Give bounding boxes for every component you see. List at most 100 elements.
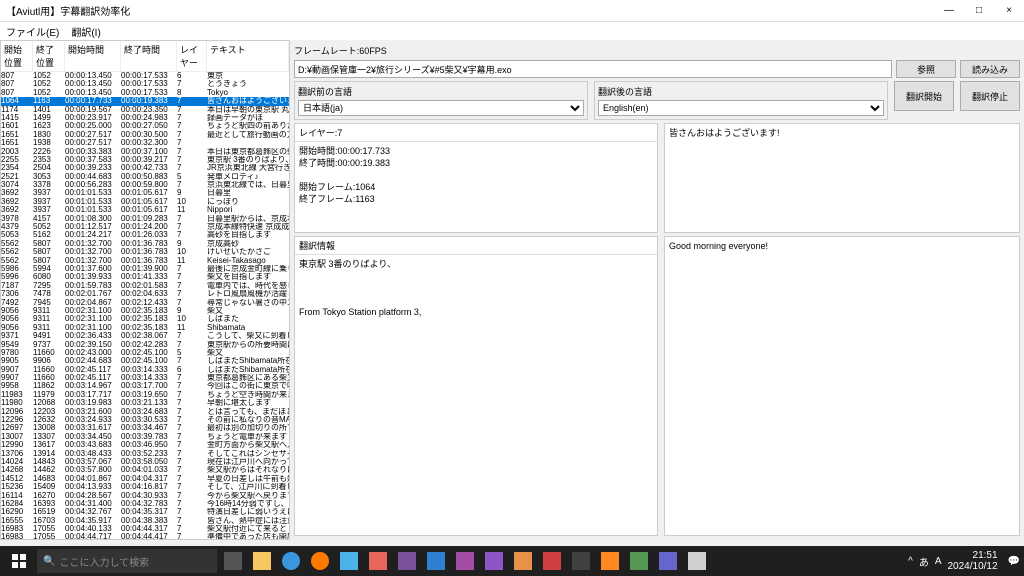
table-row[interactable]: 2003222600:00:33.38300:00:37.1007本日は東京都葛…	[1, 148, 289, 156]
table-row[interactable]: 807105200:00:13.45000:00:17.5336東京	[1, 72, 289, 80]
table-row[interactable]: 169831705500:04:40.13300:04:44.3177柴又駅付近…	[1, 525, 289, 533]
table-row[interactable]: 807105200:00:13.45000:00:17.5337とうきょう	[1, 80, 289, 88]
tray-chevron-icon[interactable]: ^	[908, 556, 913, 567]
edge-icon[interactable]	[278, 546, 304, 576]
table-row[interactable]: 9371949100:02:36.43300:02:38.0677こうして、柴又…	[1, 332, 289, 340]
table-row[interactable]: 152361540900:04:13.93300:04:16.8177そして、江…	[1, 483, 289, 491]
table-row[interactable]: 137061391400:03:48.43300:03:52.2337そしてこれ…	[1, 450, 289, 458]
layer-info-title: レイヤー:7	[295, 124, 657, 142]
table-row[interactable]: 119801206800:03:19.98300:03:21.1337早朝に堪太…	[1, 399, 289, 407]
table-row[interactable]: 129901361700:03:43.68300:03:46.9507金町方面か…	[1, 441, 289, 449]
table-row[interactable]: 1651193800:00:27.51700:00:32.3007	[1, 139, 289, 147]
taskbar[interactable]: 🔍 ここに入力して検索 ^ あ A 21:51 2024/10/12 💬	[0, 546, 1024, 576]
tray-ime-icon[interactable]: あ	[919, 554, 929, 569]
table-row[interactable]: 5562580700:01:32.70000:01:36.7839京成高砂	[1, 240, 289, 248]
table-row[interactable]: 9905990600:02:44.68300:02:45.1007しばまたShi…	[1, 357, 289, 365]
table-row[interactable]: 165551670300:04:35.91700:04:38.3837皆さん、熱…	[1, 517, 289, 525]
table-row[interactable]: 169831705500:04:44.71700:04:44.4177準備中であ…	[1, 533, 289, 539]
search-icon: 🔍	[43, 556, 55, 567]
table-row[interactable]: 5053516200:01:24.21700:01:26.0337高砂を目指しま…	[1, 231, 289, 239]
table-row[interactable]: 3978415700:01:08.30000:01:09.2837日暮里駅からは…	[1, 215, 289, 223]
taskbar-search[interactable]: 🔍 ここに入力して検索	[37, 549, 217, 573]
store-icon[interactable]	[336, 546, 362, 576]
table-row[interactable]: 9056931100:02:31.10000:02:35.18311Shibam…	[1, 324, 289, 332]
app-icon-5[interactable]	[481, 546, 507, 576]
search-placeholder: ここに入力して検索	[59, 554, 149, 569]
file-path-input[interactable]	[294, 60, 892, 78]
table-row[interactable]: 2521305300:00:44.68300:00:50.8835発車メロディ♪	[1, 173, 289, 181]
table-row[interactable]: 122961263200:03:24.93300:03:30.5337その前に私…	[1, 416, 289, 424]
app-icon-2[interactable]	[394, 546, 420, 576]
app-icon-3[interactable]	[423, 546, 449, 576]
table-row[interactable]: 97801166000:02:43.00000:02:45.1005柴又	[1, 349, 289, 357]
source-lang-select[interactable]: 日本語(ja)	[298, 100, 584, 116]
table-row[interactable]: 1601162300:00:25.00000:00:27.0507ちょうど駅四の…	[1, 122, 289, 130]
table-row[interactable]: 2354250400:00:39.23300:00:42.7337JR京浜東北線…	[1, 164, 289, 172]
table-row[interactable]: 3692393700:01:01.53300:01:05.61710にっぽり	[1, 198, 289, 206]
app-icon-11[interactable]	[655, 546, 681, 576]
app-icon-8[interactable]	[568, 546, 594, 576]
table-row[interactable]: 7306747800:02:01.76700:02:04.6337レトロ風扇風機…	[1, 290, 289, 298]
table-row[interactable]: 1064116300:00:17.73300:00:19.3837皆さんおはよう…	[1, 97, 289, 105]
table-row[interactable]: 5562580700:01:32.70000:01:36.78310けいせいたか…	[1, 248, 289, 256]
table-row[interactable]: 126971300800:03:31.61700:03:34.4677最初は別の…	[1, 424, 289, 432]
translate-start-button[interactable]: 翻訳開始	[894, 81, 954, 111]
task-view-icon[interactable]	[220, 546, 246, 576]
firefox-icon[interactable]	[307, 546, 333, 576]
browse-button[interactable]: 参照	[896, 60, 956, 78]
app-icon-12[interactable]	[684, 546, 710, 576]
app-icon-10[interactable]	[626, 546, 652, 576]
table-row[interactable]: 7187729500:01:59.78300:02:01.5837電車内では、時…	[1, 282, 289, 290]
table-row[interactable]: 5562580700:01:32.70000:01:36.78311Keisei…	[1, 257, 289, 265]
table-row[interactable]: 3074337800:00:56.28300:00:59.8007京浜東北線では…	[1, 181, 289, 189]
table-row[interactable]: 142681446200:03:57.80000:04:01.0337柴又駅から…	[1, 466, 289, 474]
clock-date: 2024/10/12	[947, 561, 997, 572]
table-row[interactable]: 3692393700:01:01.53300:01:05.6179日暮里	[1, 189, 289, 197]
app-icon-7[interactable]	[539, 546, 565, 576]
table-row[interactable]: 9056931100:02:31.10000:02:35.18310しばまた	[1, 315, 289, 323]
close-button[interactable]: ×	[994, 0, 1024, 22]
table-row[interactable]: 7492794500:02:04.86700:02:12.4337尋常じゃない暑…	[1, 299, 289, 307]
start-button[interactable]	[4, 546, 34, 576]
app-icon-1[interactable]	[365, 546, 391, 576]
col-layer: レイヤー	[177, 41, 207, 71]
target-lang-select[interactable]: English(en)	[598, 100, 884, 116]
table-row[interactable]: 120961220300:03:21.60000:03:24.6837とは言って…	[1, 408, 289, 416]
table-row[interactable]: 140241484300:03:57.06700:03:58.0507現在は江戸…	[1, 458, 289, 466]
table-row[interactable]: 119831197900:03:17.71700:03:19.6507ちょうど空…	[1, 391, 289, 399]
table-row[interactable]: 145121468300:04:01.86700:04:04.3177早夏の日差…	[1, 475, 289, 483]
table-row[interactable]: 1174140100:00:19.56700:00:23.3507本日は早朝の東…	[1, 106, 289, 114]
menu-translate[interactable]: 翻訳(I)	[71, 24, 100, 39]
table-row[interactable]: 5986599400:01:37.60000:01:39.9007最後に京成金町…	[1, 265, 289, 273]
table-row[interactable]: 130071330700:03:34.45000:03:39.7837ちょうど電…	[1, 433, 289, 441]
tray-input-icon[interactable]: A	[935, 556, 942, 567]
minimize-button[interactable]: —	[934, 0, 964, 22]
table-row[interactable]: 3692393700:01:01.53300:01:05.61711Nippor…	[1, 206, 289, 214]
table-row[interactable]: 162901651900:04:32.76700:04:35.3177特演日差し…	[1, 508, 289, 516]
subtitle-table[interactable]: 開始位置 終了位置 開始時間 終了時間 レイヤー テキスト 807105200:…	[0, 40, 290, 540]
maximize-button[interactable]: □	[964, 0, 994, 22]
app-icon-9[interactable]	[597, 546, 623, 576]
table-row[interactable]: 99071166000:02:45.11700:03:14.3337東京都葛飾区…	[1, 374, 289, 382]
table-row[interactable]: 4379505200:01:12.51700:01:24.2007京成本線特快速…	[1, 223, 289, 231]
table-row[interactable]: 162841639300:04:31.40000:04:32.7837今16時1…	[1, 500, 289, 508]
menu-file[interactable]: ファイル(E)	[6, 24, 59, 39]
table-row[interactable]: 807105200:00:13.45000:00:17.5338Tokyo	[1, 89, 289, 97]
app-icon-6[interactable]	[510, 546, 536, 576]
col-start-time: 開始時間	[65, 41, 121, 71]
table-row[interactable]: 5996608000:01:39.93300:01:41.3337柴又を目指しま…	[1, 273, 289, 281]
load-button[interactable]: 読み込み	[960, 60, 1020, 78]
explorer-icon[interactable]	[249, 546, 275, 576]
table-row[interactable]: 2255235300:00:37.58300:00:39.2177東京駅 3番の…	[1, 156, 289, 164]
table-row[interactable]: 1651183000:00:27.51700:00:30.5007最近として旅行…	[1, 131, 289, 139]
translate-stop-button[interactable]: 翻訳停止	[960, 81, 1020, 111]
table-row[interactable]: 99071166000:02:45.11700:03:14.3336しばまたSh…	[1, 366, 289, 374]
taskbar-clock[interactable]: 21:51 2024/10/12	[947, 550, 1001, 572]
app-icon-4[interactable]	[452, 546, 478, 576]
notification-icon[interactable]: 💬	[1008, 556, 1020, 567]
table-row[interactable]: 1415149900:00:23.91700:00:24.9837録画データがほ	[1, 114, 289, 122]
table-row[interactable]: 9549973700:02:39.15000:02:42.2837東京駅からの所…	[1, 341, 289, 349]
table-row[interactable]: 99581186200:03:14.96700:03:17.7007今回はこの街…	[1, 382, 289, 390]
table-row[interactable]: 161141627000:04:28.56700:04:30.9337今から柴又…	[1, 492, 289, 500]
table-row[interactable]: 9056931100:02:31.10000:02:35.1839柴又	[1, 307, 289, 315]
